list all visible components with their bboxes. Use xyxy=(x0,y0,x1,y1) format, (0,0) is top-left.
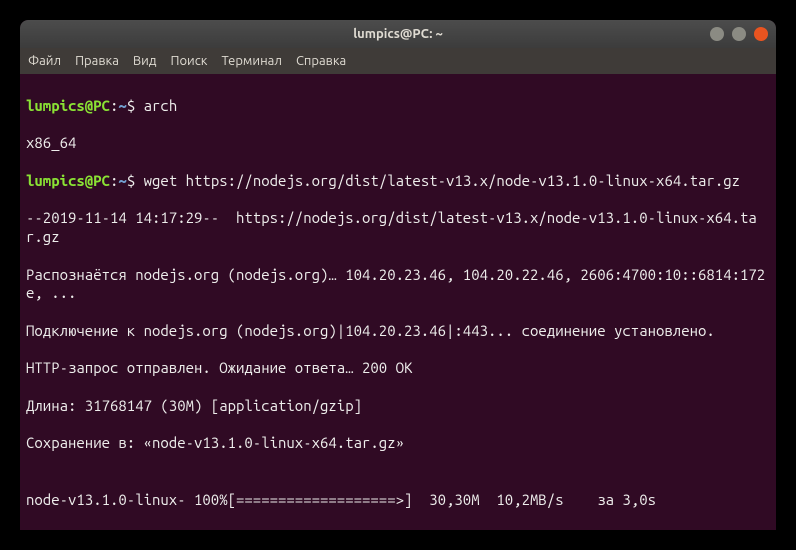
terminal-line: Подключение к nodejs.org (nodejs.org)|10… xyxy=(26,322,770,341)
command-text: wget https://nodejs.org/dist/latest-v13.… xyxy=(135,172,740,189)
prompt-user: lumpics@PC xyxy=(26,172,110,189)
terminal-line: Распознаётся nodejs.org (nodejs.org)… 10… xyxy=(26,266,770,304)
terminal-line: node-v13.1.0-linux- 100%[===============… xyxy=(26,491,770,510)
titlebar[interactable]: lumpics@PC: ~ xyxy=(20,20,776,48)
terminal-line: --2019-11-14 14:17:29-- https://nodejs.o… xyxy=(26,209,770,247)
terminal-content[interactable]: lumpics@PC:~$ arch x86_64 lumpics@PC:~$ … xyxy=(20,74,776,530)
prompt-dollar: $ xyxy=(127,97,135,114)
terminal-line: Сохранение в: «node-v13.1.0-linux-x64.ta… xyxy=(26,434,770,453)
command-text: arch xyxy=(135,97,177,114)
prompt-path: ~ xyxy=(118,97,126,114)
minimize-button[interactable] xyxy=(710,27,724,41)
window-title: lumpics@PC: ~ xyxy=(353,27,443,41)
maximize-button[interactable] xyxy=(732,27,746,41)
terminal-line: x86_64 xyxy=(26,134,770,153)
menu-view[interactable]: Вид xyxy=(133,54,157,68)
prompt-dollar: $ xyxy=(127,172,135,189)
terminal-line: HTTP-запрос отправлен. Ожидание ответа… … xyxy=(26,359,770,378)
menu-terminal[interactable]: Терминал xyxy=(221,54,281,68)
menu-help[interactable]: Справка xyxy=(296,54,346,68)
window-controls xyxy=(710,27,768,41)
terminal-line: lumpics@PC:~$ wget https://nodejs.org/di… xyxy=(26,172,770,191)
menubar: Файл Правка Вид Поиск Терминал Справка xyxy=(20,48,776,74)
close-button[interactable] xyxy=(754,27,768,41)
terminal-line: lumpics@PC:~$ arch xyxy=(26,97,770,116)
menu-search[interactable]: Поиск xyxy=(170,54,207,68)
terminal-line: Длина: 31768147 (30M) [application/gzip] xyxy=(26,397,770,416)
outer-frame: lumpics@PC: ~ Файл Правка Вид Поиск Терм… xyxy=(0,0,796,550)
terminal-window: lumpics@PC: ~ Файл Правка Вид Поиск Терм… xyxy=(20,20,776,530)
prompt-user: lumpics@PC xyxy=(26,97,110,114)
menu-edit[interactable]: Правка xyxy=(75,54,119,68)
prompt-path: ~ xyxy=(118,172,126,189)
menu-file[interactable]: Файл xyxy=(28,54,61,68)
